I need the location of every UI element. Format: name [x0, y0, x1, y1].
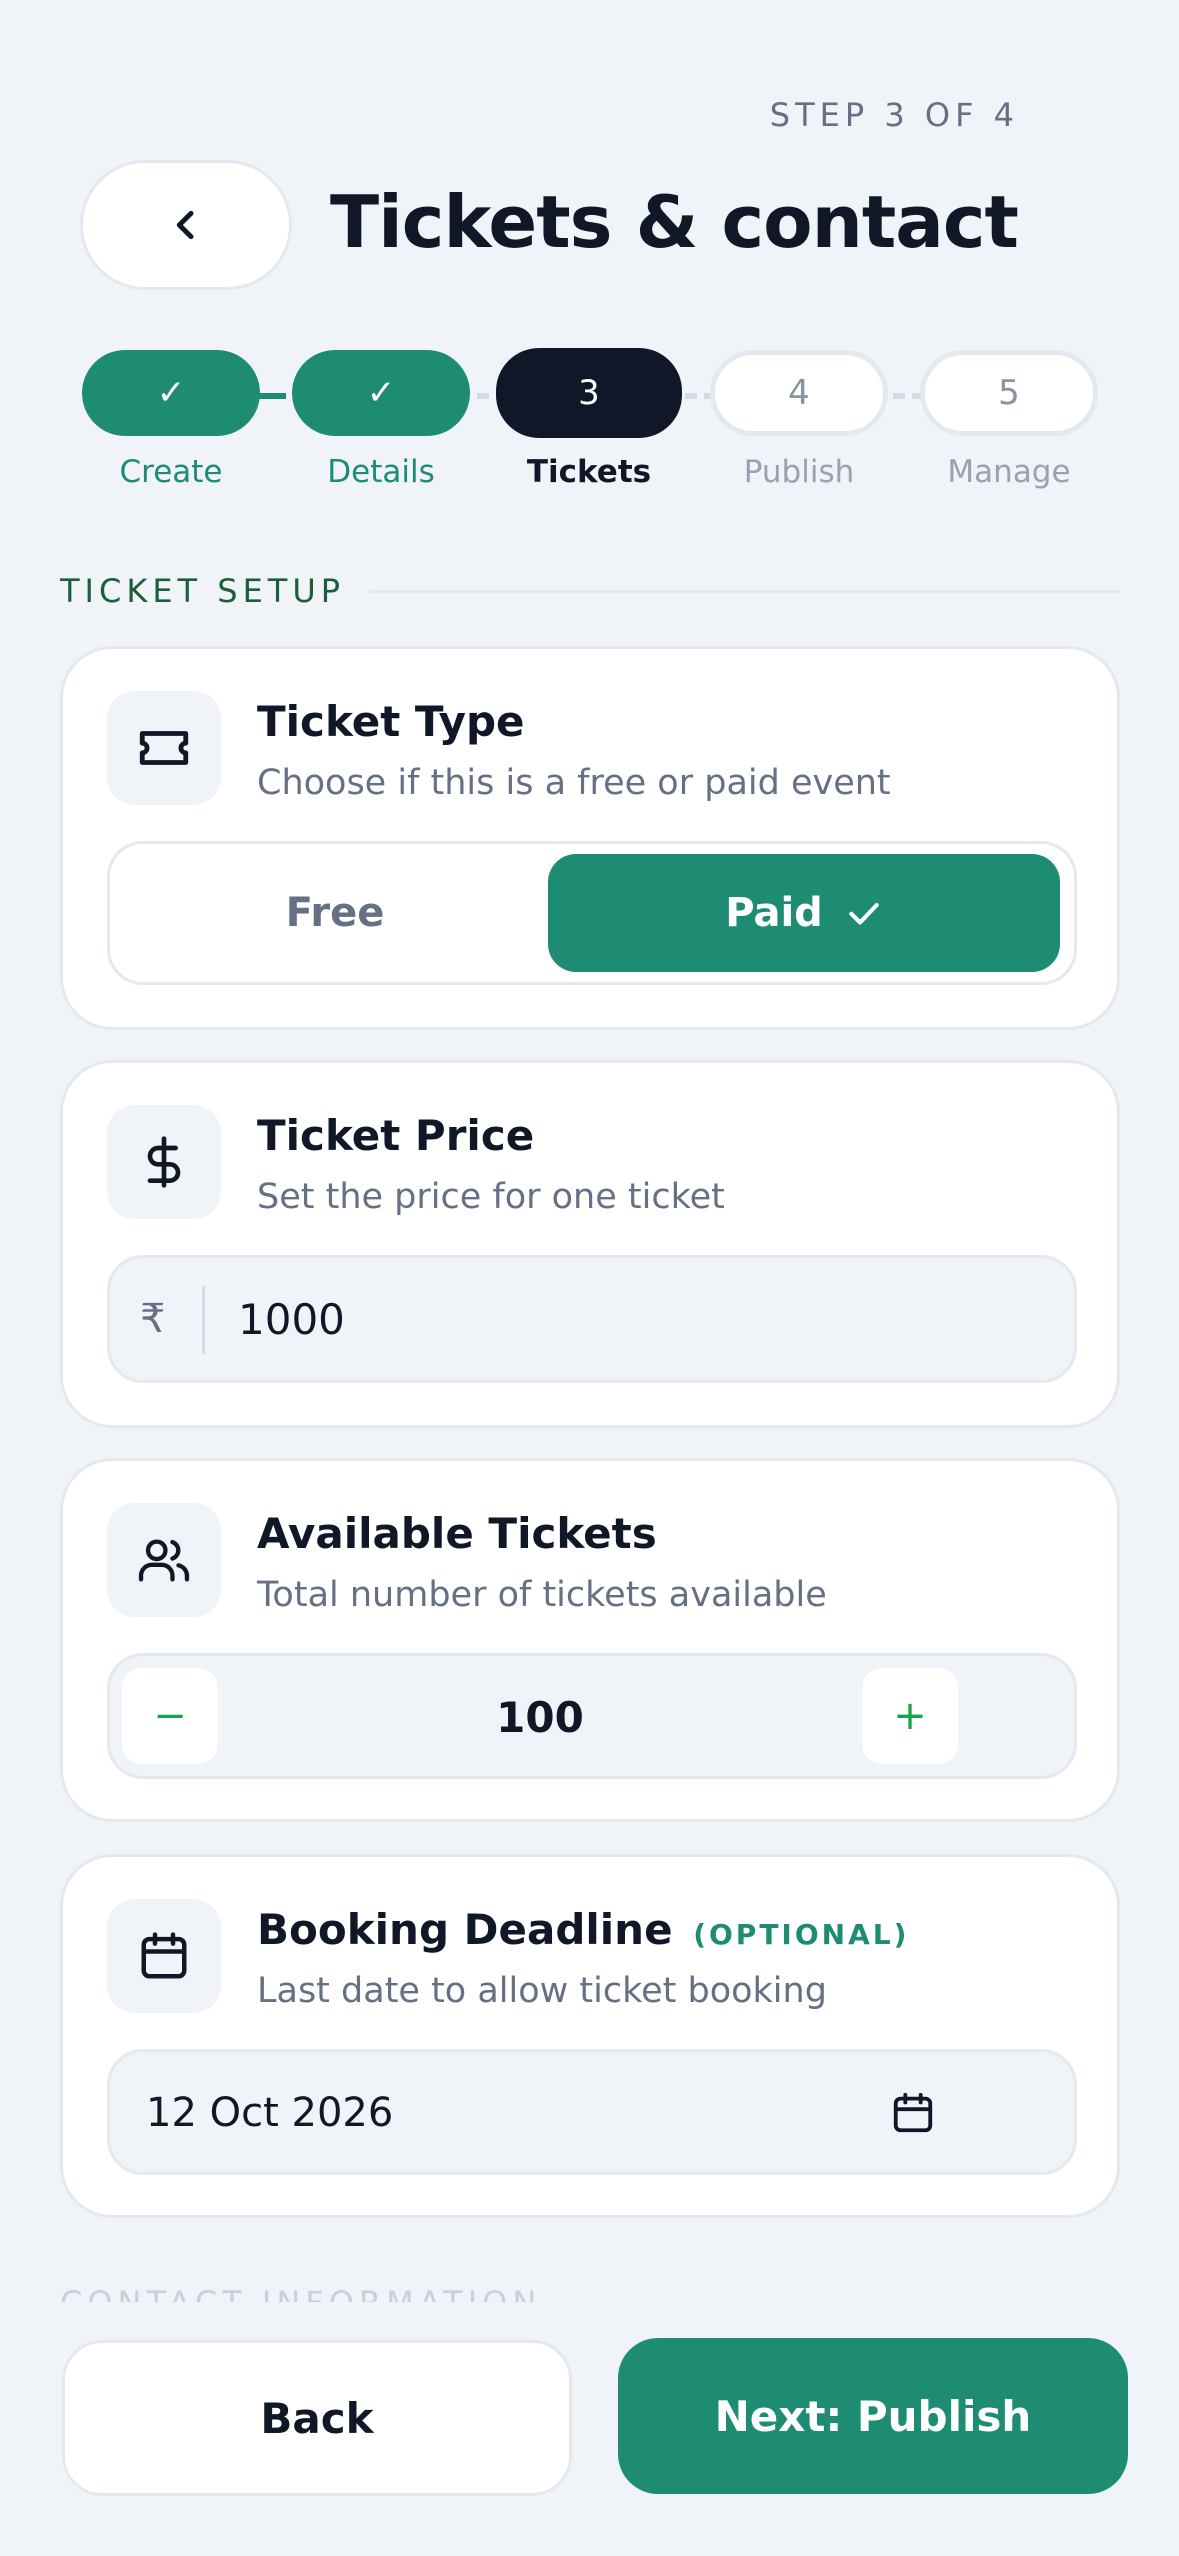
section-header: TICKET SETUP [60, 572, 1120, 610]
ticket-type-subtitle: Choose if this is a free or paid event [257, 763, 891, 803]
available-tickets-title: Available Tickets [257, 1509, 657, 1558]
step-label-tickets: Tickets [526, 454, 652, 490]
paid-option-label: Paid [725, 890, 823, 936]
step-label-manage: Manage [947, 454, 1071, 490]
step-number: 3 [578, 373, 600, 413]
increase-quantity-button[interactable]: + [862, 1668, 958, 1764]
ticket-price-value: 1000 [238, 1294, 345, 1344]
ticket-quantity-value[interactable]: 100 [110, 1656, 970, 1778]
free-option-button[interactable]: Free [120, 854, 550, 972]
paid-option-button[interactable]: Paid [548, 854, 1060, 972]
users-icon [107, 1503, 221, 1617]
dollar-icon [107, 1105, 221, 1219]
booking-deadline-subtitle: Last date to allow ticket booking [257, 1971, 827, 2011]
booking-deadline-value: 12 Oct 2026 [146, 2090, 394, 2136]
booking-deadline-title-text: Booking Deadline [257, 1905, 673, 1954]
section-divider [369, 589, 1120, 593]
check-icon [845, 894, 883, 932]
ticket-price-subtitle: Set the price for one ticket [257, 1177, 725, 1217]
stepper-connector [256, 393, 286, 399]
available-tickets-card: Available Tickets Total number of ticket… [60, 1458, 1120, 1822]
step-pill-create[interactable]: ✓ [82, 350, 260, 436]
calendar-icon[interactable] [888, 2088, 938, 2138]
ticket-type-title: Ticket Type [257, 697, 525, 746]
ticket-price-title: Ticket Price [257, 1111, 535, 1160]
booking-deadline-card: Booking Deadline (OPTIONAL) Last date to… [60, 1854, 1120, 2218]
section-title: TICKET SETUP [60, 572, 346, 610]
check-icon: ✓ [366, 373, 396, 413]
next-section-title: CONTACT INFORMATION [60, 2284, 541, 2302]
ticket-price-input[interactable]: ₹ 1000 [107, 1255, 1077, 1383]
currency-symbol: ₹ [140, 1296, 166, 1342]
ticket-icon [107, 691, 221, 805]
step-indicator: STEP 3 OF 4 [769, 96, 1019, 134]
ticket-price-card: Ticket Price Set the price for one ticke… [60, 1060, 1120, 1428]
minus-icon: − [153, 1693, 187, 1739]
step-number: 5 [998, 373, 1020, 413]
booking-deadline-date-field[interactable]: 12 Oct 2026 [107, 2049, 1077, 2175]
back-button[interactable]: Back [62, 2340, 572, 2496]
step-pill-publish[interactable]: 4 [710, 350, 888, 436]
back-nav-button[interactable] [80, 160, 292, 290]
step-label-publish: Publish [743, 454, 855, 490]
chevron-left-icon [176, 210, 194, 240]
ticket-type-card: Ticket Type Choose if this is a free or … [60, 646, 1120, 1030]
available-tickets-subtitle: Total number of tickets available [257, 1575, 827, 1615]
booking-deadline-title: Booking Deadline (OPTIONAL) [257, 1905, 909, 1954]
free-option-label: Free [285, 890, 385, 936]
decrease-quantity-button[interactable]: − [122, 1668, 218, 1764]
optional-tag: (OPTIONAL) [693, 1918, 910, 1951]
step-pill-tickets[interactable]: 3 [496, 348, 682, 438]
progress-stepper: ✓ ✓ 3 4 5 Create Details Tickets Publish… [80, 348, 1098, 500]
calendar-icon [107, 1899, 221, 2013]
step-pill-manage[interactable]: 5 [920, 350, 1098, 436]
field-divider [202, 1286, 205, 1354]
check-icon: ✓ [156, 373, 186, 413]
step-label-details: Details [327, 454, 435, 490]
quantity-stepper: 100 − + [107, 1653, 1077, 1779]
plus-icon: + [893, 1693, 927, 1739]
step-label-create: Create [119, 454, 223, 490]
screen: STEP 3 OF 4 Tickets & contact ✓ ✓ 3 4 5 … [0, 0, 1179, 2556]
ticket-type-toggle: Free Paid [107, 841, 1077, 985]
step-pill-details[interactable]: ✓ [292, 350, 470, 436]
next-publish-button[interactable]: Next: Publish [618, 2338, 1128, 2494]
step-number: 4 [788, 373, 810, 413]
page-title: Tickets & contact [330, 180, 1019, 264]
